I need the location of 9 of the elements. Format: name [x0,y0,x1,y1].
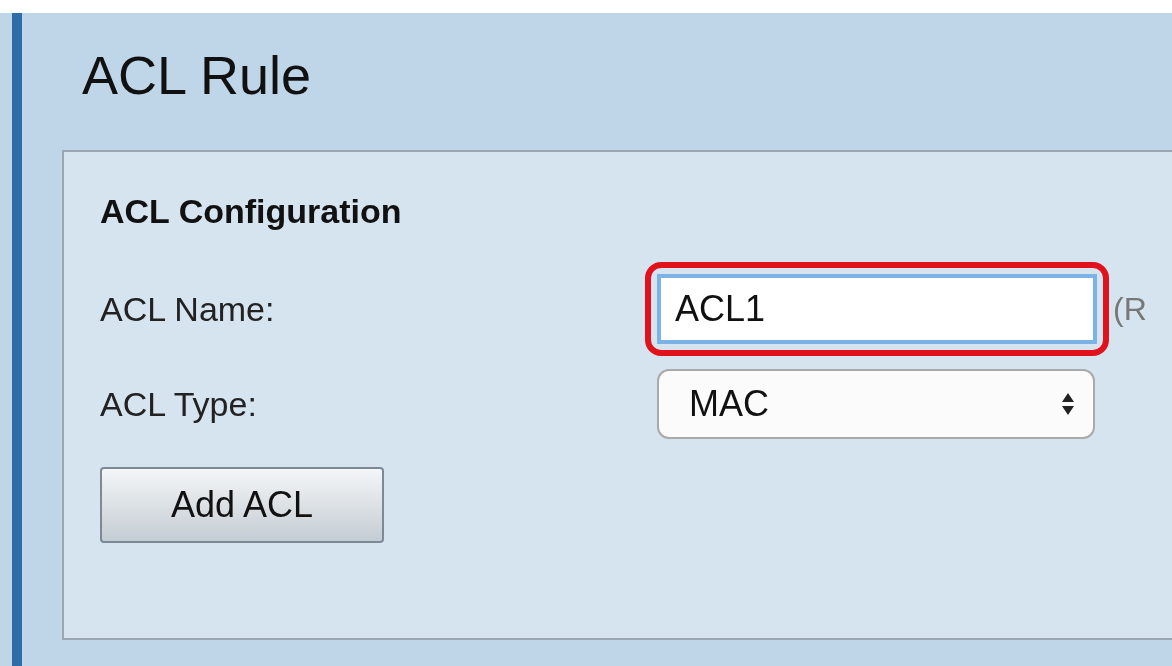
name-input-field[interactable]: ACL1 [657,274,1097,344]
section-heading: ACL Configuration [100,192,403,231]
type-select[interactable]: MAC [657,369,1095,439]
add-acl-button[interactable]: Add ACL [100,467,384,543]
field-label: ACL Type: [100,384,258,424]
up-down-arrows-icon [1061,392,1075,416]
field-note: (R [1113,290,1147,328]
field-label: ACL Name: [100,289,276,329]
page-title: ACL Rule [82,53,313,107]
